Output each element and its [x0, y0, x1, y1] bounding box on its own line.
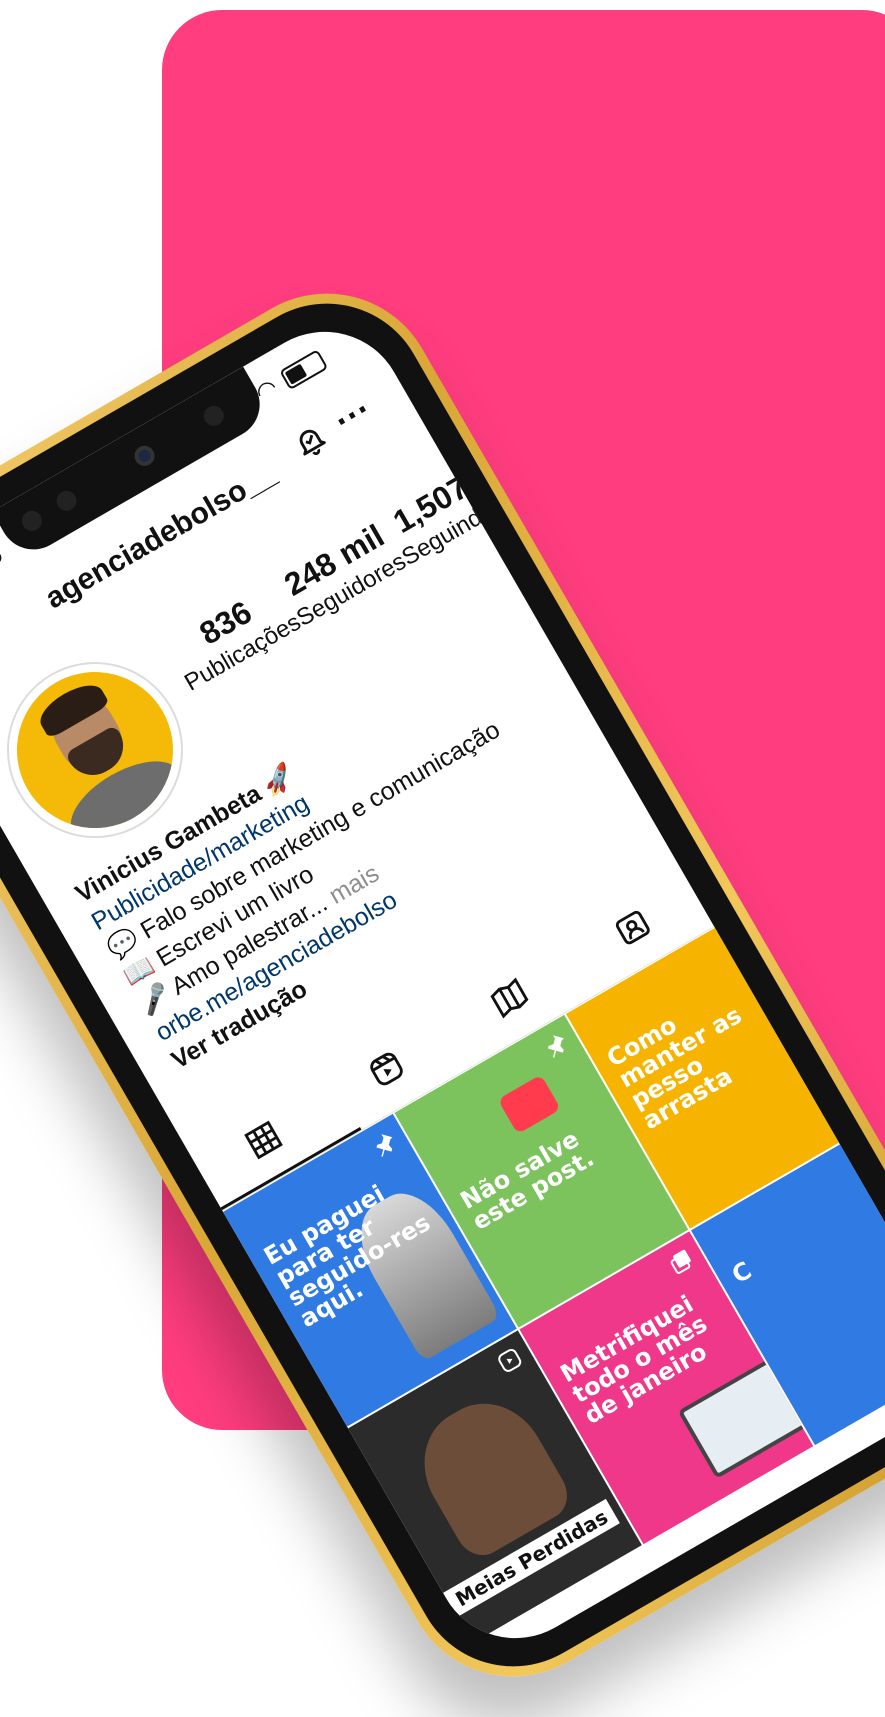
sensor-dot [200, 402, 228, 430]
tab-guides[interactable] [469, 957, 551, 1039]
post-caption: Não salve este post. [455, 1124, 599, 1236]
grid-icon [244, 1120, 283, 1160]
guides-icon [490, 977, 529, 1019]
tagged-icon [615, 910, 650, 945]
sensor-dot [52, 487, 81, 515]
reels-icon [370, 1052, 403, 1086]
tab-tagged[interactable] [591, 886, 673, 968]
pin-icon [376, 1134, 393, 1157]
reels-icon [498, 1348, 522, 1372]
post-caption: C [727, 1256, 757, 1290]
front-camera [130, 442, 159, 470]
posts-grid: Eu paguei para ter seguido-res aqui. Não… [223, 915, 885, 1644]
tab-reels[interactable] [346, 1028, 428, 1110]
notification-heart-image [497, 1074, 561, 1135]
battery-icon [279, 349, 329, 391]
tab-grid[interactable] [223, 1099, 305, 1181]
post-caption: Como manter as pesso arrasta [602, 1000, 747, 1136]
carousel-icon [670, 1249, 691, 1274]
pin-icon [547, 1035, 564, 1058]
sensor-dot [18, 507, 46, 535]
